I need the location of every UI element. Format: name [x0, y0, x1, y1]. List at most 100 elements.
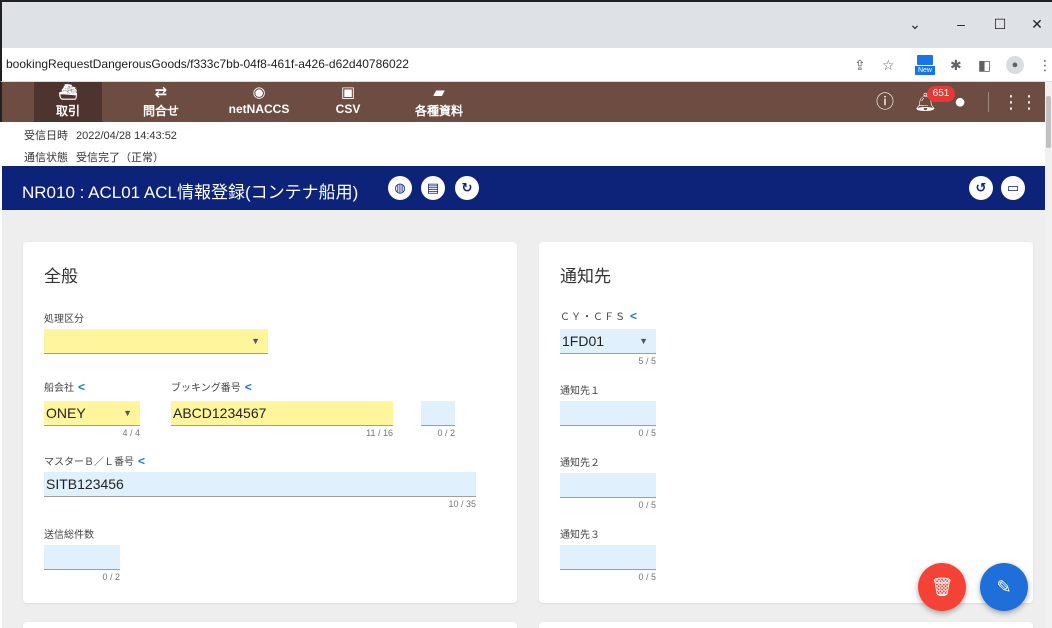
booking-label: ブッキング番号: [171, 383, 241, 394]
booking-extra-input[interactable]: [421, 401, 455, 426]
globe-button-icon[interactable]: ◍: [388, 176, 412, 200]
nav-label: 各種資料: [414, 104, 463, 118]
info-icon[interactable]: ⓘ: [876, 92, 894, 112]
next-card-left: [23, 622, 517, 628]
star-icon[interactable]: ☆: [882, 56, 895, 74]
received-value: 2022/04/28 14:43:52: [76, 130, 177, 142]
page-title: NR010 : ACL01 ACL情報登録(コンテナ船用): [22, 183, 359, 202]
notify1-label: 通知先１: [560, 386, 600, 397]
main-content: 全般 処理区分 ▼ 船会社 < ONEY ▼ 4 / 4 ブッキング番号 < ABC…: [2, 210, 1045, 628]
account-icon[interactable]: ●: [954, 92, 966, 112]
notify1-counter: 0 / 5: [638, 428, 656, 438]
notify3-input[interactable]: [560, 545, 656, 570]
puzzle-icon[interactable]: ✱: [950, 56, 962, 74]
share-icon[interactable]: <: [138, 454, 145, 468]
nav-item-torihiki[interactable]: ⛴ 取引: [34, 82, 102, 122]
total-label: 送信総件数: [44, 530, 94, 541]
master-bl-input[interactable]: SITB123456: [44, 472, 476, 497]
share-icon[interactable]: ⇪: [854, 56, 866, 74]
total-input[interactable]: [44, 545, 120, 570]
folder-icon: ▰: [433, 84, 445, 101]
notification-badge: 651: [927, 86, 955, 102]
caret-down-icon: ▼: [251, 336, 260, 346]
history-button-icon[interactable]: ↺: [969, 176, 993, 200]
cyfs-value: 1FD01: [562, 333, 605, 349]
comm-value: 受信完了（正常）: [76, 152, 164, 164]
header-divider: [988, 92, 989, 112]
memo-button-icon[interactable]: ▤: [421, 176, 445, 200]
notify-title: 通知先: [560, 267, 611, 286]
scrollbar-thumb[interactable]: [1046, 96, 1051, 148]
nav-item-csv[interactable]: ▣ CSV: [328, 82, 368, 122]
file-icon: ▣: [340, 84, 356, 101]
carrier-counter: 4 / 4: [122, 428, 140, 438]
sidepanel-icon[interactable]: ◧: [978, 56, 991, 74]
status-panel: 受信日時 2022/04/28 14:43:52 通信状態 受信完了（正常）: [2, 122, 1045, 166]
carrier-value: ONEY: [46, 405, 86, 421]
notify2-input[interactable]: [560, 473, 656, 498]
edit-fab-icon[interactable]: ✎: [980, 563, 1028, 611]
received-row: 受信日時 2022/04/28 14:43:52: [24, 127, 177, 143]
notify3-label: 通知先３: [560, 530, 600, 541]
nav-item-inquiry[interactable]: ⇄ 問合せ: [132, 82, 190, 122]
carrier-label: 船会社: [44, 383, 74, 394]
cyfs-select[interactable]: 1FD01 ▼: [560, 329, 656, 354]
notify2-label: 通知先２: [560, 458, 600, 469]
share-icon[interactable]: <: [78, 380, 85, 394]
cyfs-counter: 5 / 5: [638, 356, 656, 366]
carrier-label-row: 船会社 <: [44, 379, 85, 394]
refresh-button-icon[interactable]: ↻: [455, 176, 479, 200]
booking-extra-counter: 0 / 2: [437, 428, 455, 438]
notify-card: 通知先 ＣＹ・ＣＦＳ < 1FD01 ▼ 5 / 5 通知先１ 0 / 5 通知先…: [539, 242, 1033, 603]
caret-down-icon: ▼: [639, 336, 648, 346]
master-bl-counter: 10 / 35: [448, 499, 476, 509]
processing-label: 処理区分: [44, 314, 84, 325]
page-scrollbar[interactable]: [1045, 82, 1052, 628]
nav-label: netNACCS: [228, 102, 290, 116]
caret-down-icon: ▼: [123, 408, 132, 418]
share-icon[interactable]: <: [630, 309, 638, 323]
master-bl-value: SITB123456: [46, 476, 124, 492]
general-title: 全般: [44, 267, 78, 286]
cyfs-label: ＣＹ・ＣＦＳ: [560, 312, 626, 323]
close-button[interactable]: ✕: [1014, 12, 1052, 36]
kebab-menu-icon[interactable]: ⋮: [1038, 56, 1052, 74]
nav-label: 取引: [55, 104, 80, 118]
new-label: New: [915, 66, 935, 75]
master-bl-label: マスターＢ／Ｌ番号: [44, 457, 134, 468]
nav-label: CSV: [335, 102, 361, 116]
chevron-down-icon[interactable]: ⌄: [892, 12, 938, 36]
profile-icon[interactable]: ●: [1006, 56, 1024, 74]
processing-select[interactable]: ▼: [44, 329, 268, 354]
share-icon[interactable]: <: [245, 380, 252, 394]
url-text[interactable]: bookingRequestDangerousGoods/f333c7bb-04…: [6, 57, 409, 71]
globe-icon: ◉: [252, 84, 266, 101]
master-bl-label-row: マスターＢ／Ｌ番号 <: [44, 453, 145, 468]
received-label: 受信日時: [24, 130, 68, 142]
extension-new-icon[interactable]: New: [915, 54, 935, 76]
ship-icon: ⛴: [58, 84, 78, 101]
address-bar: bookingRequestDangerousGoods/f333c7bb-04…: [0, 48, 1052, 82]
comm-row: 通信状態 受信完了（正常）: [24, 149, 164, 165]
booking-label-row: ブッキング番号 <: [171, 379, 252, 394]
delete-fab-icon[interactable]: 🗑︎: [918, 563, 966, 611]
nav-label: 問合せ: [142, 104, 179, 118]
notify1-input[interactable]: [560, 401, 656, 426]
app-header: ⛴ 取引 ⇄ 問合せ ◉ netNACCS ▣ CSV ▰ 各種資料 ⓘ 🔔︎ …: [0, 82, 1052, 122]
carrier-select[interactable]: ONEY ▼: [44, 401, 140, 426]
cyfs-label-row: ＣＹ・ＣＦＳ <: [560, 308, 638, 323]
total-counter: 0 / 2: [102, 572, 120, 582]
booking-counter: 11 / 16: [366, 428, 393, 438]
window-titlebar: ⌄ – ☐ ✕: [0, 0, 1052, 48]
next-card-right: [539, 622, 1033, 628]
general-card: 全般 処理区分 ▼ 船会社 < ONEY ▼ 4 / 4 ブッキング番号 < ABC…: [23, 242, 517, 603]
nav-item-documents[interactable]: ▰ 各種資料: [407, 82, 471, 122]
notify3-counter: 0 / 5: [638, 572, 656, 582]
booking-input[interactable]: ABCD1234567: [171, 401, 393, 426]
page-title-bar: NR010 : ACL01 ACL情報登録(コンテナ船用) ◍ ▤ ↻ ↺ ▭: [2, 166, 1045, 210]
nav-item-netnaccs[interactable]: ◉ netNACCS: [220, 82, 298, 122]
booking-value: ABCD1234567: [173, 405, 267, 421]
comm-label: 通信状態: [24, 152, 68, 164]
swap-icon: ⇄: [154, 84, 168, 101]
message-button-icon[interactable]: ▭: [1001, 176, 1025, 200]
